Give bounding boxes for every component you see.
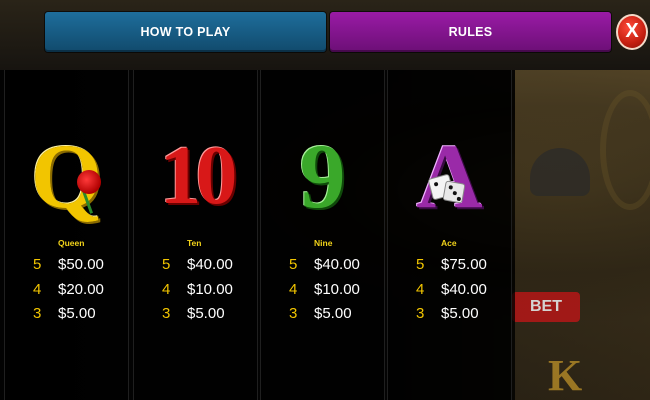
pay-amount: $40.00 (441, 281, 487, 298)
pay-count: 4 (289, 281, 298, 298)
tab-rules[interactable]: RULES (330, 12, 611, 52)
pay-amount: $40.00 (314, 256, 360, 273)
pay-row: 4 $10.00 (260, 278, 385, 302)
pay-row: 3 $5.00 (133, 302, 258, 326)
queen-symbol-icon: Q (30, 125, 103, 227)
close-button[interactable]: X (616, 14, 648, 50)
pay-amount: $10.00 (314, 281, 360, 298)
pay-row: 3 $5.00 (260, 302, 385, 326)
ten-symbol-icon: 10 (159, 129, 238, 222)
dice-icon (442, 180, 466, 204)
pay-amount: $5.00 (187, 305, 225, 322)
paytable-column-ten (133, 70, 258, 400)
pay-count: 3 (289, 305, 298, 322)
pay-row: 5 $75.00 (387, 253, 512, 277)
pay-amount: $40.00 (187, 256, 233, 273)
background-bet-label: BET (512, 292, 580, 322)
pay-row: 5 $40.00 (133, 253, 258, 277)
pay-row: 5 $50.00 (4, 253, 129, 277)
pay-count: 4 (416, 281, 425, 298)
pay-count: 5 (289, 256, 298, 273)
pay-amount: $10.00 (187, 281, 233, 298)
pay-count: 5 (33, 256, 42, 273)
symbol-name-queen: Queen (58, 238, 85, 248)
pay-count: 5 (416, 256, 425, 273)
paytable-column-ace (387, 70, 512, 400)
pay-amount: $5.00 (441, 305, 479, 322)
pay-count: 3 (416, 305, 425, 322)
pay-amount: $75.00 (441, 256, 487, 273)
pay-amount: $5.00 (314, 305, 352, 322)
pay-count: 4 (162, 281, 171, 298)
pay-count: 3 (162, 305, 171, 322)
pay-row: 3 $5.00 (4, 302, 129, 326)
pay-count: 5 (162, 256, 171, 273)
pay-row: 3 $5.00 (387, 302, 512, 326)
nine-symbol-icon: 9 (299, 125, 346, 227)
pay-row: 4 $40.00 (387, 278, 512, 302)
background-k-symbol: K (548, 351, 583, 400)
pay-row: 5 $40.00 (260, 253, 385, 277)
rose-icon (77, 170, 101, 194)
symbol-name-nine: Nine (314, 238, 333, 248)
paytable-column-queen (4, 70, 129, 400)
pay-amount: $5.00 (58, 305, 96, 322)
pay-row: 4 $10.00 (133, 278, 258, 302)
symbol-name-ten: Ten (187, 238, 202, 248)
tab-how-to-play[interactable]: HOW TO PLAY (45, 12, 326, 52)
pay-amount: $20.00 (58, 281, 104, 298)
pay-amount: $50.00 (58, 256, 104, 273)
pay-count: 3 (33, 305, 42, 322)
pay-count: 4 (33, 281, 42, 298)
symbol-name-ace: Ace (441, 238, 457, 248)
paytable-column-nine (260, 70, 385, 400)
pay-row: 4 $20.00 (4, 278, 129, 302)
